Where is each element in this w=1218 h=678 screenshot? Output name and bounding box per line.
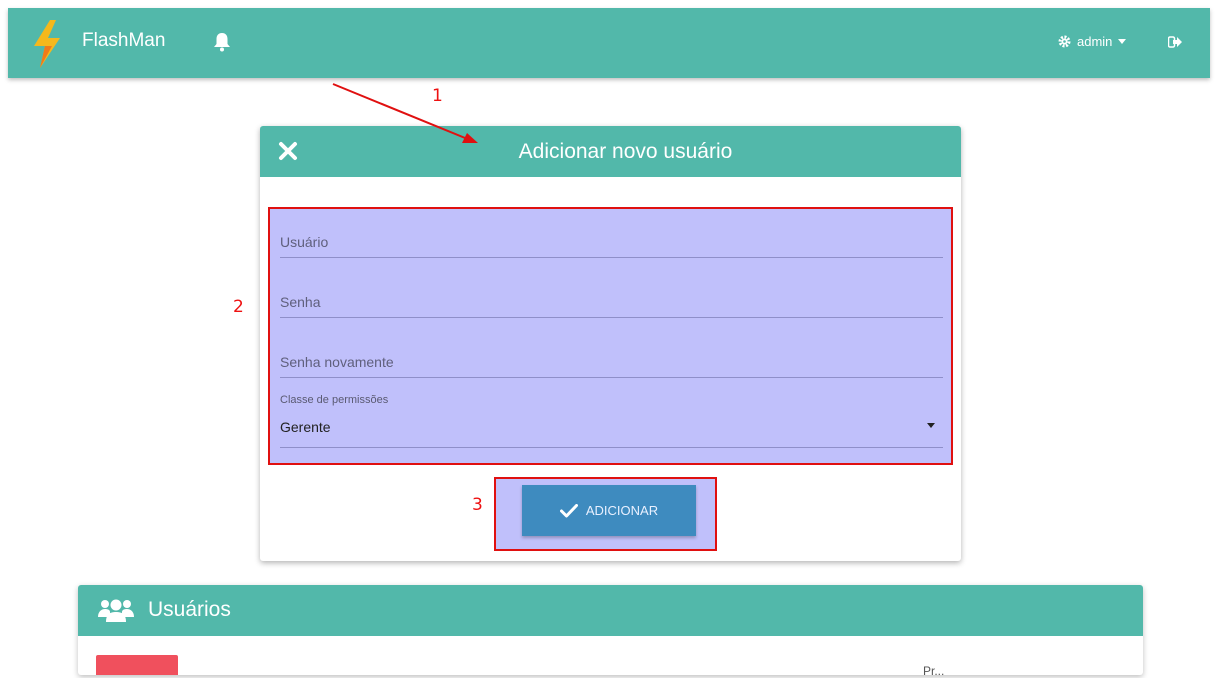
password-confirm-input[interactable] <box>280 347 943 377</box>
user-menu[interactable]: admin <box>1058 34 1127 49</box>
add-user-button-label: ADICIONAR <box>585 503 659 518</box>
annotation-label-3: 3 <box>472 495 483 515</box>
annotation-label-1: 1 <box>432 86 443 106</box>
permission-class-label: Classe de permissões <box>280 394 389 406</box>
permission-class-value: Gerente <box>280 419 331 435</box>
users-card: Usuários Pr... <box>78 585 1143 678</box>
logout-icon[interactable] <box>1168 35 1182 49</box>
caret-down-icon <box>1118 39 1127 44</box>
modal-title: Adicionar novo usuário <box>518 140 733 163</box>
add-user-button[interactable]: ADICIONAR <box>522 485 696 536</box>
top-navbar: FlashMan admin <box>8 8 1210 78</box>
form-highlight-box: Classe de permissões Gerente <box>268 207 953 465</box>
bell-icon[interactable] <box>213 32 231 52</box>
brand-name[interactable]: FlashMan <box>82 30 165 52</box>
lightning-logo-icon[interactable] <box>30 20 64 68</box>
gear-icon <box>1058 35 1071 48</box>
button-highlight-box: ADICIONAR <box>494 477 717 551</box>
users-card-title: Usuários <box>148 598 231 621</box>
caret-down-icon <box>927 423 935 428</box>
password-confirm-field <box>280 347 943 378</box>
username-field <box>280 227 943 258</box>
password-input[interactable] <box>280 287 943 317</box>
modal-header: Adicionar novo usuário <box>260 126 961 177</box>
add-user-modal: Adicionar novo usuário Classe de permiss… <box>260 126 961 561</box>
permission-class-select[interactable]: Gerente <box>280 412 943 448</box>
username-input[interactable] <box>280 227 943 257</box>
annotation-label-2: 2 <box>233 297 244 317</box>
partial-column-text: Pr... <box>923 664 945 678</box>
users-group-icon <box>98 599 134 622</box>
users-card-header: Usuários <box>78 585 1143 636</box>
password-field <box>280 287 943 318</box>
user-menu-label: admin <box>1077 34 1113 49</box>
check-icon <box>559 503 578 517</box>
delete-button[interactable] <box>96 655 178 675</box>
